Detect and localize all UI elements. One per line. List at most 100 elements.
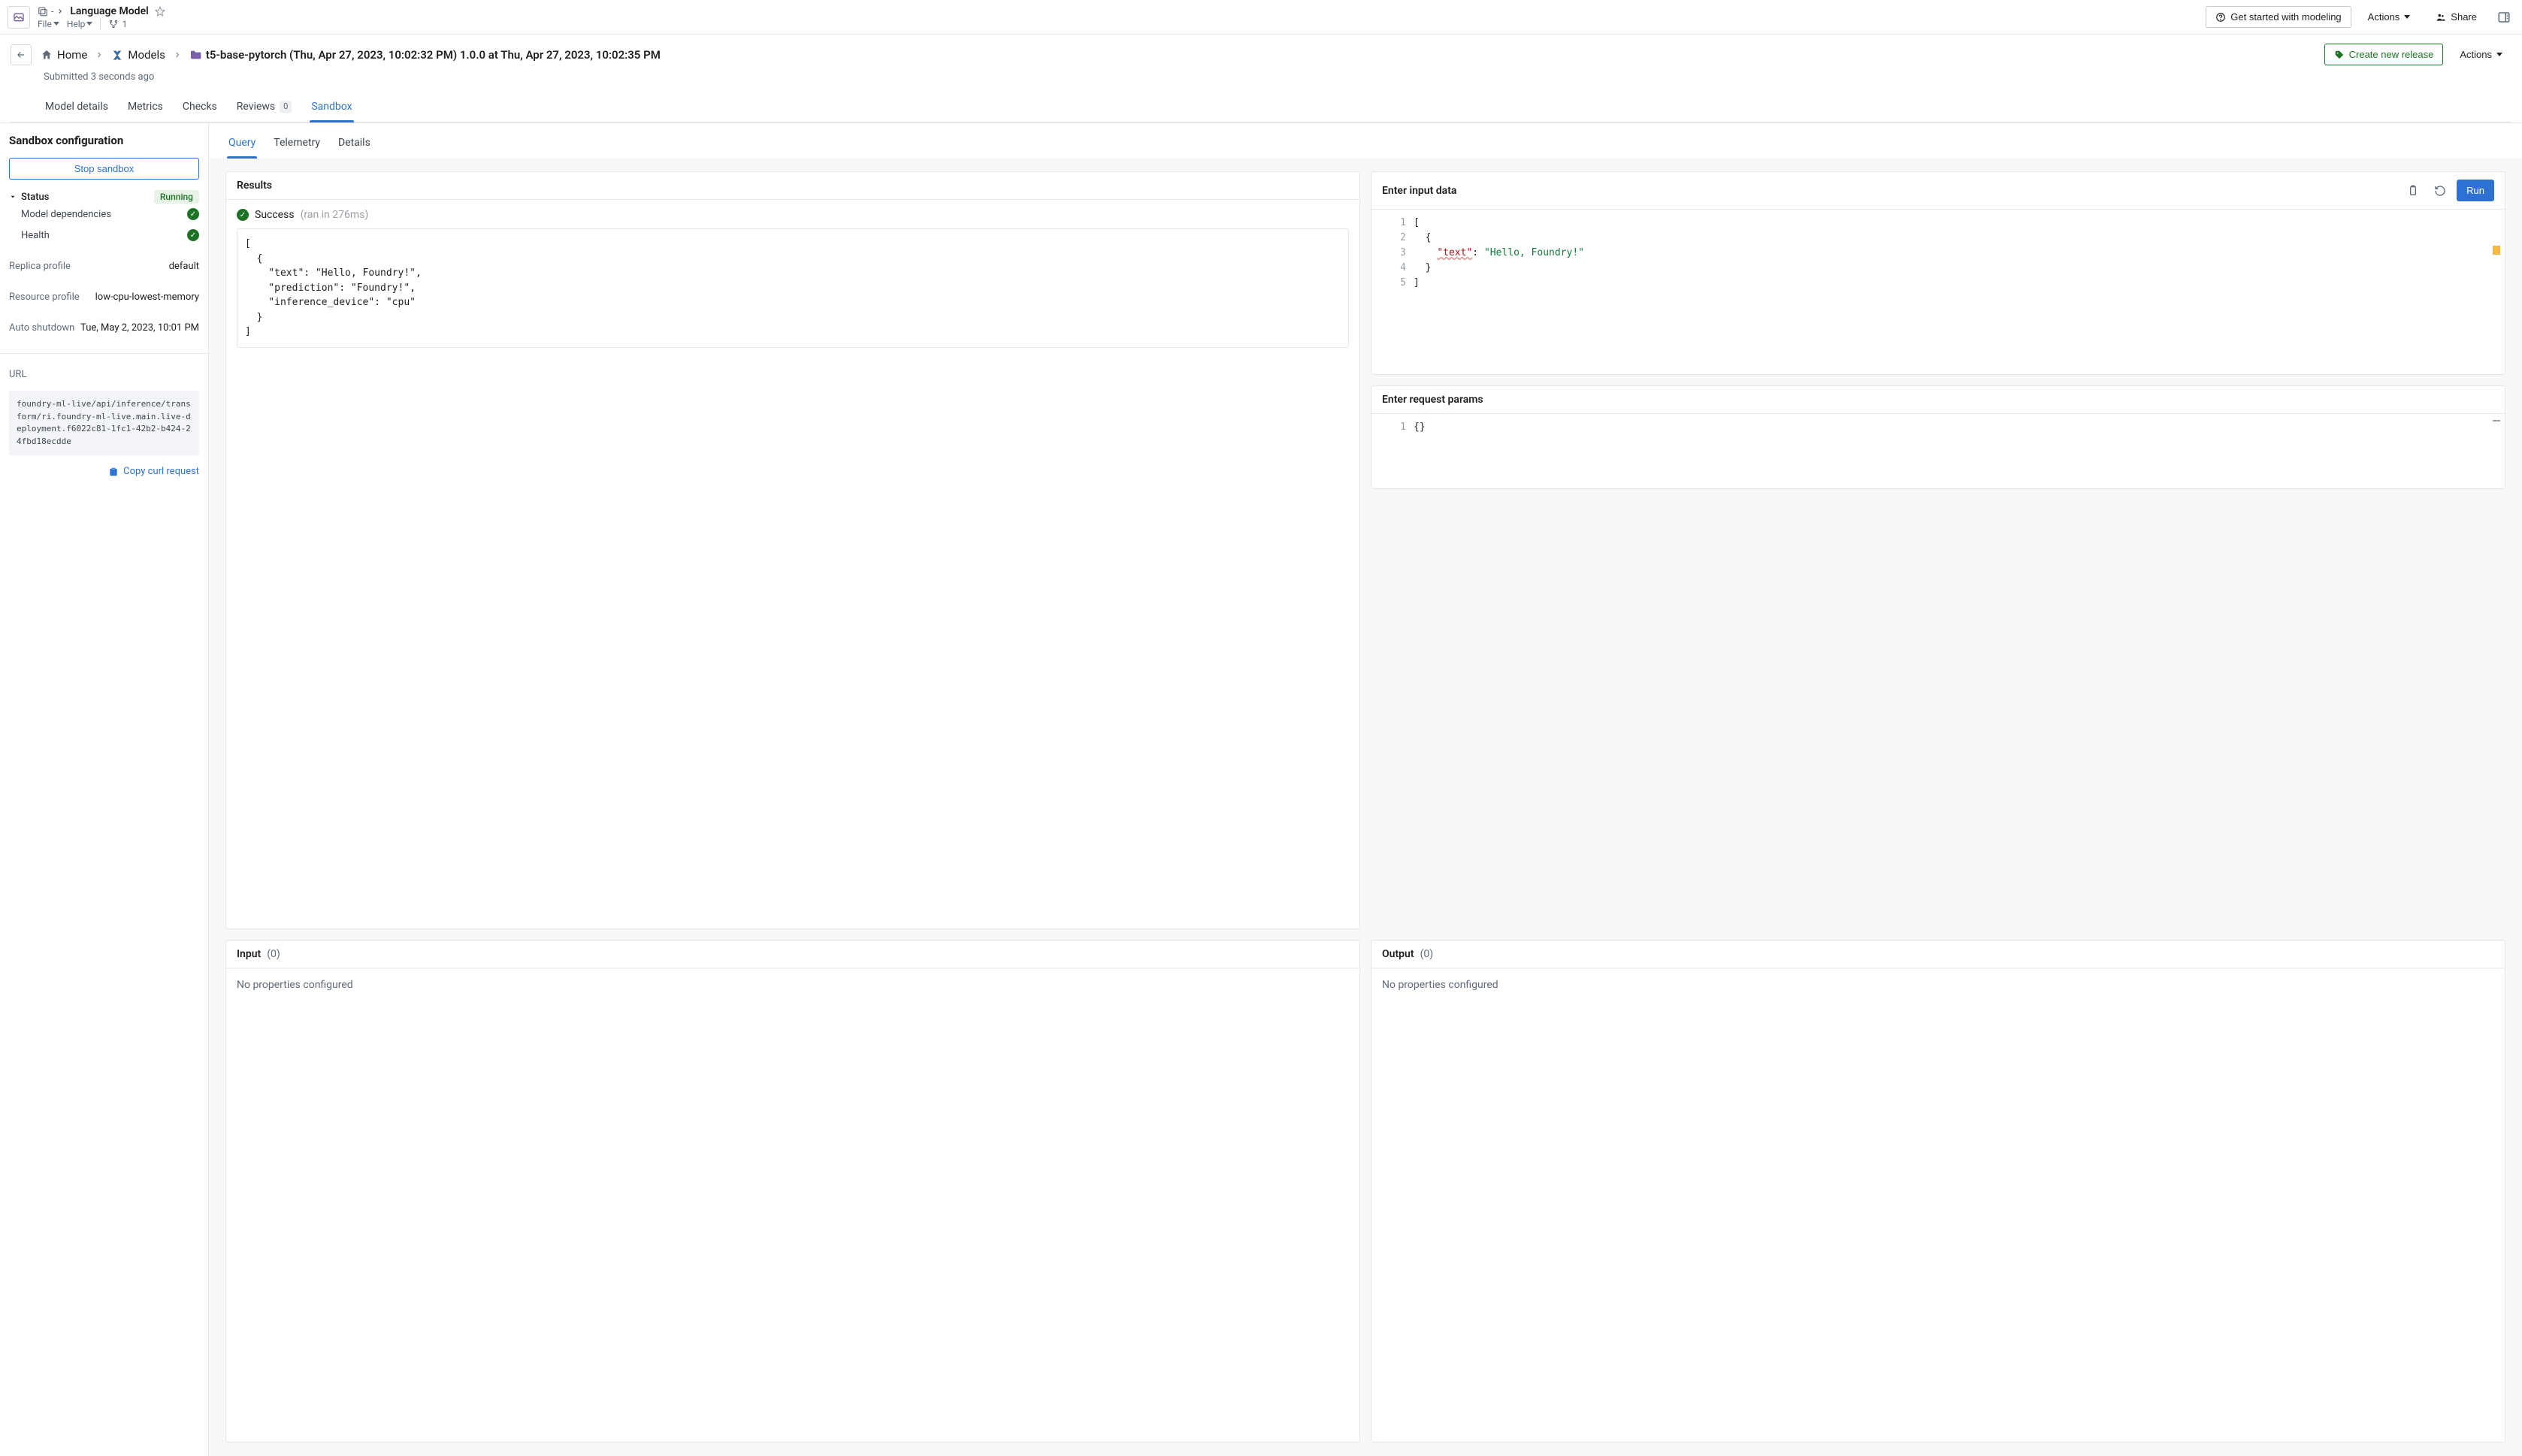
url-value[interactable]: foundry-ml-live/api/inference/transform/… — [9, 391, 199, 455]
output-schema-title: Output — [1382, 948, 1414, 960]
topbar-right: Get started with modeling Actions Share — [2206, 6, 2514, 28]
models-icon — [111, 49, 123, 61]
health-label: Health — [21, 230, 50, 241]
chevron-right-icon — [95, 50, 104, 59]
status-section-toggle[interactable]: Status Running — [9, 190, 199, 204]
crumb-container-icon[interactable]: - — [38, 6, 64, 17]
replica-value: default — [169, 261, 199, 272]
breadcrumb-home[interactable]: Home — [41, 48, 87, 62]
release-actions-button[interactable]: Actions — [2451, 44, 2511, 65]
submitted-text: Submitted 3 seconds ago — [11, 71, 2511, 83]
tab-metrics[interactable]: Metrics — [126, 93, 165, 122]
workspace: Enter input data Run 12345 [ { "text": "… — [209, 158, 2522, 1456]
check-circle-icon: ✓ — [187, 229, 199, 241]
tab-model-details[interactable]: Model details — [44, 93, 110, 122]
output-schema-panel: Output (0) No properties configured — [1371, 940, 2505, 1442]
tab-checks[interactable]: Checks — [181, 93, 219, 122]
replica-row: Replica profile default — [9, 256, 199, 276]
crumb-prefix: - — [51, 6, 53, 17]
breadcrumb: Home Models t5-base-pytorch (Thu, Apr 27… — [41, 48, 661, 62]
model-deps-label: Model dependencies — [21, 209, 111, 220]
results-panel: Results ✓ Success (ran in 276ms) [ { "te… — [225, 171, 1360, 929]
auto-shutdown-row: Auto shutdown Tue, May 2, 2023, 10:01 PM — [9, 318, 199, 338]
resource-value: low-cpu-lowest-memory — [95, 292, 199, 303]
request-params-editor[interactable]: 1 {} — [1371, 413, 2505, 488]
subtab-query[interactable]: Query — [227, 131, 257, 158]
people-icon — [2436, 12, 2446, 23]
page-title: Language Model — [70, 5, 148, 17]
tab-sandbox[interactable]: Sandbox — [310, 93, 353, 122]
menu-file[interactable]: File — [38, 19, 59, 29]
topbar: - Language Model File Help 1 Get started… — [0, 0, 2522, 35]
subheader: Home Models t5-base-pytorch (Thu, Apr 27… — [0, 35, 2522, 123]
input-data-editor[interactable]: 12345 [ { "text": "Hello, Foundry!" }] — [1371, 209, 2505, 374]
stop-sandbox-button[interactable]: Stop sandbox — [9, 158, 199, 180]
tab-reviews[interactable]: Reviews 0 — [235, 93, 294, 122]
result-json[interactable]: [ { "text": "Hello, Foundry!", "predicti… — [237, 228, 1349, 348]
resource-label: Resource profile — [9, 292, 80, 303]
result-timing: (ran in 276ms) — [301, 209, 369, 221]
menu-help[interactable]: Help — [67, 19, 93, 29]
result-status: ✓ Success (ran in 276ms) — [237, 209, 1349, 221]
sidebar: Sandbox configuration Stop sandbox Statu… — [0, 123, 209, 1456]
main: Query Telemetry Details Enter input data — [209, 123, 2522, 1456]
health-row: Health ✓ — [9, 225, 199, 246]
url-label: URL — [9, 369, 199, 380]
breadcrumb-current: t5-base-pytorch (Thu, Apr 27, 2023, 10:0… — [189, 48, 661, 62]
help-circle-icon — [2215, 12, 2226, 23]
get-started-label: Get started with modeling — [2230, 11, 2341, 23]
create-release-button[interactable]: Create new release — [2324, 44, 2444, 65]
caret-down-icon — [86, 22, 92, 26]
clipboard-icon — [2407, 185, 2419, 197]
result-status-label: Success — [255, 209, 295, 221]
sub-tabs: Query Telemetry Details — [209, 123, 2522, 158]
star-icon[interactable] — [155, 6, 165, 17]
auto-shutdown-value: Tue, May 2, 2023, 10:01 PM — [80, 322, 199, 334]
subtab-details[interactable]: Details — [337, 131, 372, 158]
auto-shutdown-label: Auto shutdown — [9, 322, 74, 334]
input-data-title: Enter input data — [1382, 185, 1456, 197]
input-data-panel: Enter input data Run 12345 [ { "text": "… — [1371, 171, 2505, 375]
folder-icon — [189, 49, 201, 61]
status-badge: Running — [154, 190, 199, 204]
input-schema-empty: No properties configured — [226, 968, 1359, 1001]
panel-right-icon[interactable] — [2493, 7, 2514, 28]
breadcrumb-models[interactable]: Models — [111, 48, 165, 62]
sidebar-title: Sandbox configuration — [9, 134, 199, 147]
reset-button[interactable] — [2430, 180, 2451, 201]
branch-count: 1 — [122, 19, 127, 29]
create-release-label: Create new release — [2349, 49, 2434, 60]
results-title: Results — [237, 180, 272, 192]
run-button[interactable]: Run — [2457, 180, 2494, 201]
tag-icon — [2334, 50, 2345, 60]
chevron-right-icon — [56, 8, 64, 15]
topbar-left: - Language Model File Help 1 — [38, 5, 165, 29]
get-started-button[interactable]: Get started with modeling — [2206, 6, 2351, 28]
refresh-icon — [2434, 185, 2446, 197]
back-button[interactable] — [11, 44, 32, 65]
share-button[interactable]: Share — [2427, 7, 2486, 27]
status-label: Status — [21, 192, 49, 203]
request-params-panel: Enter request params 1 {} — [1371, 385, 2505, 489]
main-tabs: Model details Metrics Checks Reviews 0 S… — [11, 93, 2511, 122]
editor-code[interactable]: {} — [1414, 414, 2505, 488]
copy-curl-label: Copy curl request — [123, 466, 199, 477]
request-params-title: Enter request params — [1382, 394, 1483, 406]
check-circle-icon: ✓ — [187, 208, 199, 220]
editor-code[interactable]: [ { "text": "Hello, Foundry!" }] — [1414, 210, 2505, 374]
tab-reviews-label: Reviews — [237, 101, 275, 113]
breadcrumb-models-label: Models — [128, 48, 165, 62]
warning-marker-icon — [2493, 246, 2500, 255]
breadcrumb-current-label: t5-base-pytorch (Thu, Apr 27, 2023, 10:0… — [206, 48, 661, 62]
menu-file-label: File — [38, 19, 52, 29]
topbar-actions-button[interactable]: Actions — [2359, 7, 2420, 27]
app-icon[interactable] — [8, 6, 30, 29]
caret-down-icon — [53, 22, 59, 26]
branch-icon — [108, 19, 119, 29]
subtab-telemetry[interactable]: Telemetry — [272, 131, 322, 158]
input-schema-count: (0) — [267, 948, 280, 960]
branch-indicator[interactable]: 1 — [108, 19, 127, 29]
clipboard-button[interactable] — [2403, 180, 2424, 201]
model-deps-row: Model dependencies ✓ — [9, 204, 199, 225]
copy-curl-button[interactable]: Copy curl request — [9, 466, 199, 477]
